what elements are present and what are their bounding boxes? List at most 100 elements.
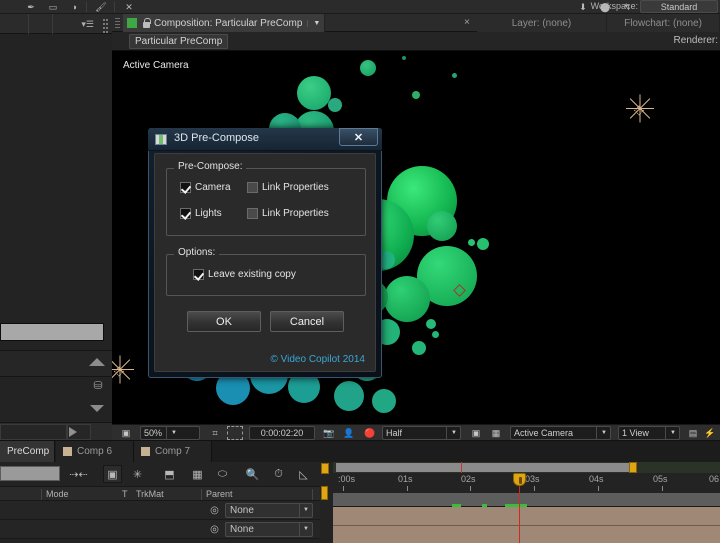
- checkbox-link-properties-lights[interactable]: Link Properties: [247, 208, 329, 219]
- region-of-interest-icon[interactable]: ▣: [118, 426, 134, 440]
- timeline-marker-handle[interactable]: [321, 486, 328, 500]
- ruler-label: 04s: [589, 474, 604, 484]
- composition-mini-flowchart-icon[interactable]: ⇢⇠: [69, 465, 88, 483]
- pick-whip-icon[interactable]: ◎: [208, 523, 221, 536]
- cancel-button[interactable]: Cancel: [270, 311, 344, 332]
- flowchart-icon[interactable]: ⛁: [90, 379, 106, 393]
- parent-selector[interactable]: None ▼: [225, 522, 313, 537]
- transparency-grid-icon[interactable]: ▣: [468, 426, 484, 440]
- timeline-panel: PreComp × Comp 6 Comp 7 ⇢⇠ ▣ ✳ ⬒ ▦ ⬭ 🔍 ⏱…: [0, 440, 720, 543]
- comp-color-swatch: [63, 447, 72, 456]
- 3d-precompose-dialog[interactable]: 3D Pre-Compose ✕ Pre-Compose: Camera Lin…: [148, 128, 382, 378]
- frame-blending-icon[interactable]: ⬒: [160, 465, 179, 483]
- layer-duration-bar[interactable]: [333, 507, 720, 526]
- region-of-interest-toggle-icon[interactable]: [227, 426, 243, 440]
- auto-keyframe-icon[interactable]: 🔍: [243, 465, 262, 483]
- chevron-down-icon[interactable]: ▼: [307, 19, 320, 27]
- person-icon[interactable]: 👤: [342, 426, 356, 440]
- chevron-down-icon[interactable]: ▼: [166, 427, 177, 439]
- camera-view-selector[interactable]: Active Camera ▼: [510, 426, 611, 440]
- checkbox-link-properties-camera-box[interactable]: [247, 182, 258, 193]
- comp-color-swatch: [141, 447, 150, 456]
- current-time-field[interactable]: 0:00:02:20: [249, 426, 315, 440]
- graph-editor-icon[interactable]: ◺: [294, 465, 313, 483]
- renderer-label[interactable]: Renderer:: [674, 35, 718, 46]
- draft-3d-icon[interactable]: ▣: [103, 465, 122, 483]
- checkbox-lights-box[interactable]: [180, 208, 191, 219]
- composition-sub-bar: Particular PreComp Renderer:: [112, 32, 720, 51]
- chevron-down-icon[interactable]: ▼: [299, 504, 312, 517]
- checkbox-camera-box[interactable]: [180, 182, 191, 193]
- checkerboard-icon[interactable]: ▦: [488, 426, 504, 440]
- options-legend: Options:: [174, 247, 220, 258]
- checkbox-leave-existing-copy-box[interactable]: [193, 269, 204, 280]
- work-area-start-handle[interactable]: [321, 463, 329, 474]
- motion-blur-icon[interactable]: ▦: [188, 465, 207, 483]
- timeline-tab-precomp[interactable]: PreComp ×: [0, 441, 61, 462]
- viewer-control-bar: ▣ 50% ▼ ⌗ 0:00:02:20 📷 👤 🔴 Half ▼ ▣ ▦ Ac…: [112, 424, 720, 440]
- play-arrow-icon[interactable]: [69, 427, 77, 437]
- brainstorm-icon[interactable]: ⬭: [213, 465, 232, 483]
- workspace-selector[interactable]: Standard: [640, 0, 718, 13]
- camera-icon[interactable]: 📷: [321, 426, 337, 440]
- tab-grip-icon[interactable]: [115, 18, 120, 29]
- tab-composition-particular-precomp[interactable]: Composition: Particular PreComp ▼: [123, 14, 326, 32]
- tab-flowchart[interactable]: Flowchart: (none): [607, 14, 720, 32]
- hide-shy-layers-icon[interactable]: ✳: [128, 465, 147, 483]
- checkbox-link-properties-lights-box[interactable]: [247, 208, 258, 219]
- timeline-tab-comp-6[interactable]: Comp 6: [56, 441, 134, 462]
- chevron-down-icon[interactable]: ▼: [665, 427, 676, 439]
- tab-layer[interactable]: Layer: (none): [477, 14, 607, 32]
- close-icon[interactable]: ×: [464, 17, 470, 28]
- parent-selector[interactable]: None ▼: [225, 503, 313, 518]
- timeline-tab-comp-7[interactable]: Comp 7: [134, 441, 212, 462]
- chevron-down-icon[interactable]: ▼: [299, 523, 312, 536]
- work-area-end-handle[interactable]: [629, 462, 637, 473]
- eraser-icon[interactable]: ◗: [64, 1, 86, 13]
- stopwatch-icon[interactable]: ⏱: [269, 465, 288, 483]
- lock-icon[interactable]: [141, 17, 151, 29]
- light-marker-icon[interactable]: [625, 93, 655, 123]
- pick-whip-icon[interactable]: ◎: [208, 504, 221, 517]
- breadcrumb[interactable]: Particular PreComp: [129, 34, 229, 49]
- resolution-selector[interactable]: Half ▼: [382, 426, 461, 440]
- pen-icon[interactable]: ✒: [20, 1, 42, 13]
- search-input[interactable]: [0, 466, 60, 481]
- column-header-t: T: [122, 489, 128, 499]
- timeline-tab-label: PreComp: [7, 446, 50, 457]
- color-channels-icon[interactable]: 🔴: [362, 426, 378, 440]
- puppet-icon[interactable]: ✕: [118, 1, 140, 13]
- checkbox-link-properties-camera[interactable]: Link Properties: [247, 182, 329, 193]
- panel-menu-icon[interactable]: ▾☰: [81, 19, 94, 30]
- close-icon[interactable]: ✕: [339, 128, 378, 146]
- work-area-range[interactable]: [336, 463, 633, 472]
- scroll-up-arrow-icon[interactable]: [89, 358, 105, 366]
- table-row[interactable]: ◎ None ▼: [0, 520, 333, 539]
- view-layout-selector[interactable]: 1 View ▼: [618, 426, 680, 440]
- layer-duration-bar[interactable]: [333, 526, 720, 543]
- grid-guides-icon[interactable]: ⌗: [207, 426, 223, 440]
- table-row[interactable]: ◎ None ▼: [0, 501, 333, 520]
- workspace-label: Workspace:: [590, 1, 638, 11]
- panel-grip-icon[interactable]: [102, 18, 109, 33]
- selected-list-item[interactable]: [0, 323, 104, 341]
- fast-preview-icon[interactable]: ⚡: [703, 426, 717, 440]
- checkbox-lights[interactable]: Lights: [180, 208, 222, 219]
- mask-icon[interactable]: ▭: [42, 1, 64, 13]
- current-time-indicator[interactable]: [513, 473, 526, 486]
- ruler-label: :00s: [338, 474, 356, 484]
- brush-icon[interactable]: 🖌: [90, 1, 112, 13]
- chevron-down-icon[interactable]: ▼: [596, 427, 607, 439]
- checkbox-camera[interactable]: Camera: [180, 182, 231, 193]
- resolution-value: Half: [386, 428, 403, 438]
- time-ruler[interactable]: :00s 01s 02s 03s 04s 05s 06: [333, 473, 720, 493]
- chevron-down-icon[interactable]: ▼: [446, 427, 457, 439]
- timeline-graph[interactable]: :00s 01s 02s 03s 04s 05s 06: [333, 462, 720, 543]
- pixel-aspect-icon[interactable]: ▤: [686, 426, 700, 440]
- ok-button[interactable]: OK: [187, 311, 261, 332]
- scroll-down-arrow-icon[interactable]: [90, 405, 104, 412]
- zoom-level-selector[interactable]: 50% ▼: [140, 426, 200, 440]
- light-marker-icon[interactable]: [112, 354, 135, 384]
- work-area-bar[interactable]: [333, 462, 720, 473]
- checkbox-leave-existing-copy[interactable]: Leave existing copy: [193, 269, 296, 280]
